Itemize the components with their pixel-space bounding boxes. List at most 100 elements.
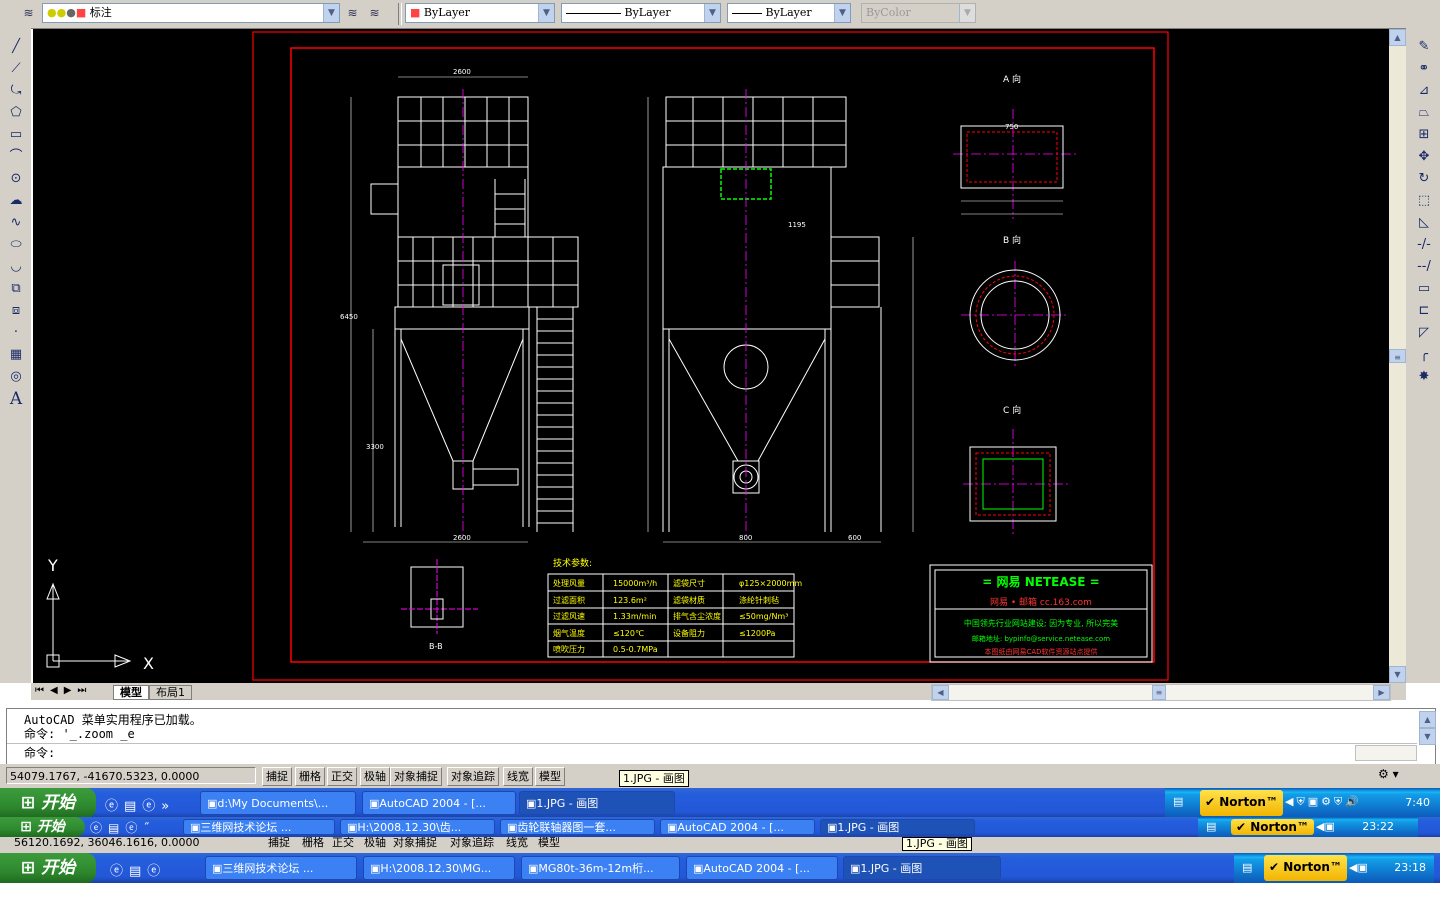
scroll-up-icon[interactable]: ▲: [1389, 29, 1406, 46]
scale-icon[interactable]: ⬚: [1415, 192, 1433, 210]
region-icon[interactable]: ◎: [7, 368, 25, 386]
extend-icon[interactable]: --/: [1415, 258, 1433, 276]
status-toggle-partial: 捕捉: [268, 837, 290, 849]
trim-icon[interactable]: -/-: [1415, 236, 1433, 254]
tray-icons[interactable]: ◀▣: [1316, 820, 1335, 833]
break-icon[interactable]: ⊏: [1415, 302, 1433, 320]
horizontal-scrollbar[interactable]: ◀ ≡ ▶: [931, 684, 1391, 701]
chevron-down-icon[interactable]: ▼: [704, 4, 720, 22]
make-current-layer-icon[interactable]: ≋: [344, 5, 361, 22]
status-toggle-1[interactable]: 栅格: [295, 767, 325, 786]
quick-launch-icons[interactable]: ⓔ▤ⓔ: [110, 860, 166, 879]
keyboard-icon[interactable]: ▤: [1242, 861, 1252, 874]
layer-combo[interactable]: ●●●■ 标注 ▼: [42, 3, 340, 23]
coordinate-display[interactable]: 54079.1767, -41670.5323, 0.0000: [6, 767, 256, 784]
lineweight-combo[interactable]: ByLayer ▼: [727, 3, 851, 23]
comm-center-icon[interactable]: ⚙ ▾: [1378, 767, 1399, 781]
ellipse-arc-icon[interactable]: ◡: [7, 258, 25, 276]
norton-badge[interactable]: ✔ Norton™: [1231, 819, 1314, 835]
taskbar-task[interactable]: ▣ d:\My Documents\...: [200, 791, 356, 815]
status-toggle-7[interactable]: 模型: [535, 767, 565, 786]
taskbar-task[interactable]: ▣ 齿轮联轴器图一套...: [500, 819, 655, 835]
taskbar-task[interactable]: ▣ 1.JPG - 画图: [519, 791, 675, 815]
hatch-icon[interactable]: ▦: [7, 346, 25, 364]
rotate-icon[interactable]: ↻: [1415, 170, 1433, 188]
revision-cloud-icon[interactable]: ☁: [7, 192, 25, 210]
tray-icons[interactable]: ◀▣: [1349, 861, 1368, 874]
scroll-down-icon[interactable]: ▼: [1419, 728, 1436, 745]
erase-icon[interactable]: ✎: [1415, 38, 1433, 56]
rectangle-icon[interactable]: ▭: [7, 126, 25, 144]
taskbar-task[interactable]: ▣ 三维网技术论坛 ...: [183, 819, 335, 835]
norton-badge[interactable]: ✔ Norton™: [1200, 790, 1283, 816]
ellipse-icon[interactable]: ⬭: [7, 236, 25, 254]
status-toggle-6[interactable]: 线宽: [503, 767, 533, 786]
multiline-text-icon[interactable]: A: [7, 390, 25, 408]
start-button[interactable]: ⊞ 开始: [0, 817, 85, 837]
chevron-down-icon[interactable]: ▼: [834, 4, 850, 22]
scroll-left-icon[interactable]: ◀: [932, 685, 949, 700]
spline-icon[interactable]: ∿: [7, 214, 25, 232]
keyboard-icon[interactable]: ▤: [1206, 820, 1216, 833]
status-toggle-5[interactable]: 对象追踪: [447, 767, 499, 786]
chevron-down-icon[interactable]: ▼: [538, 4, 554, 22]
explode-icon[interactable]: ✸: [1415, 368, 1433, 386]
offset-icon[interactable]: ⏢: [1415, 104, 1433, 122]
scroll-thumb[interactable]: ≡: [1152, 685, 1166, 700]
scroll-down-icon[interactable]: ▼: [1389, 666, 1406, 683]
scroll-right-icon[interactable]: ▶: [1373, 685, 1390, 700]
insert-block-icon[interactable]: ⧉: [7, 280, 25, 298]
chevron-down-icon[interactable]: ▼: [323, 4, 339, 22]
tab-model[interactable]: 模型: [113, 685, 149, 700]
copy-icon[interactable]: ⚭: [1415, 60, 1433, 78]
line-icon[interactable]: ╱: [7, 38, 25, 56]
layer-previous-icon[interactable]: ≋: [366, 5, 383, 22]
linetype-combo[interactable]: ByLayer ▼: [561, 3, 721, 23]
status-toggle-0[interactable]: 捕捉: [262, 767, 292, 786]
quick-launch-icons[interactable]: ⓔ▤ⓔ˝: [90, 819, 155, 836]
polyline-icon[interactable]: ⤿: [7, 82, 25, 100]
taskbar-task[interactable]: ▣ MG80t-36m-12m桁...: [521, 856, 680, 880]
quick-launch-icons[interactable]: ⓔ▤ⓔ»: [105, 795, 175, 814]
drawing-canvas[interactable]: A 向 B 向 C 向 B-B 2600 2600 600 1195 6450 …: [33, 29, 1389, 683]
scroll-up-icon[interactable]: ▲: [1419, 711, 1436, 728]
taskbar-task[interactable]: ▣ 三维网技术论坛 ...: [205, 856, 357, 880]
status-toggle-4[interactable]: 对象捕捉: [390, 767, 442, 786]
construction-line-icon[interactable]: ⟋: [7, 60, 25, 78]
taskbar-task[interactable]: ▣ 1.JPG - 画图: [843, 856, 1001, 880]
polygon-icon[interactable]: ⬠: [7, 104, 25, 122]
fillet-icon[interactable]: ╭: [1415, 346, 1433, 364]
circle-icon[interactable]: ⊙: [7, 170, 25, 188]
start-button[interactable]: ⊞ 开始: [0, 853, 96, 883]
cmd-hscroll[interactable]: [1355, 745, 1417, 761]
command-prompt[interactable]: 命令:: [24, 746, 55, 760]
tab-layout1[interactable]: 布局1: [149, 685, 192, 700]
layer-manager-icon[interactable]: ≋: [20, 5, 37, 22]
taskbar-task[interactable]: ▣ 1.JPG - 画图: [820, 819, 975, 835]
point-icon[interactable]: ·: [7, 324, 25, 342]
taskbar-task[interactable]: ▣ AutoCAD 2004 - [...: [362, 791, 516, 815]
keyboard-icon[interactable]: ▤: [1173, 795, 1183, 808]
array-icon[interactable]: ⊞: [1415, 126, 1433, 144]
status-toggle-3[interactable]: 极轴: [360, 767, 390, 786]
stretch-icon[interactable]: ◺: [1415, 214, 1433, 232]
vertical-scrollbar[interactable]: ▲ ≡ ▼: [1389, 29, 1406, 683]
mirror-icon[interactable]: ⊿: [1415, 82, 1433, 100]
status-toggle-2[interactable]: 正交: [327, 767, 357, 786]
scroll-thumb[interactable]: ≡: [1389, 349, 1406, 363]
taskbar-task[interactable]: ▣ H:\2008.12.30\MG...: [363, 856, 515, 880]
command-window[interactable]: AutoCAD 菜单实用程序已加载。 命令: '_.zoom _e 命令: ▲ …: [6, 708, 1436, 766]
taskbar-task[interactable]: ▣ AutoCAD 2004 - [...: [686, 856, 838, 880]
color-combo[interactable]: ■ ByLayer ▼: [405, 3, 555, 23]
arc-icon[interactable]: ⌒: [7, 148, 25, 166]
chamfer-icon[interactable]: ◸: [1415, 324, 1433, 342]
make-block-icon[interactable]: ⧈: [7, 302, 25, 320]
norton-badge[interactable]: ✔ Norton™: [1264, 855, 1347, 881]
taskbar-task[interactable]: ▣ H:\2008.12.30\齿...: [340, 819, 495, 835]
move-icon[interactable]: ✥: [1415, 148, 1433, 166]
start-button[interactable]: ⊞ 开始: [0, 788, 96, 818]
tray-icons[interactable]: ◀⛨▣⚙⛨🔊: [1285, 795, 1362, 809]
tab-nav-icons[interactable]: ⏮◀▶⏭: [35, 685, 92, 696]
break-at-point-icon[interactable]: ▭: [1415, 280, 1433, 298]
taskbar-task[interactable]: ▣ AutoCAD 2004 - [...: [660, 819, 815, 835]
